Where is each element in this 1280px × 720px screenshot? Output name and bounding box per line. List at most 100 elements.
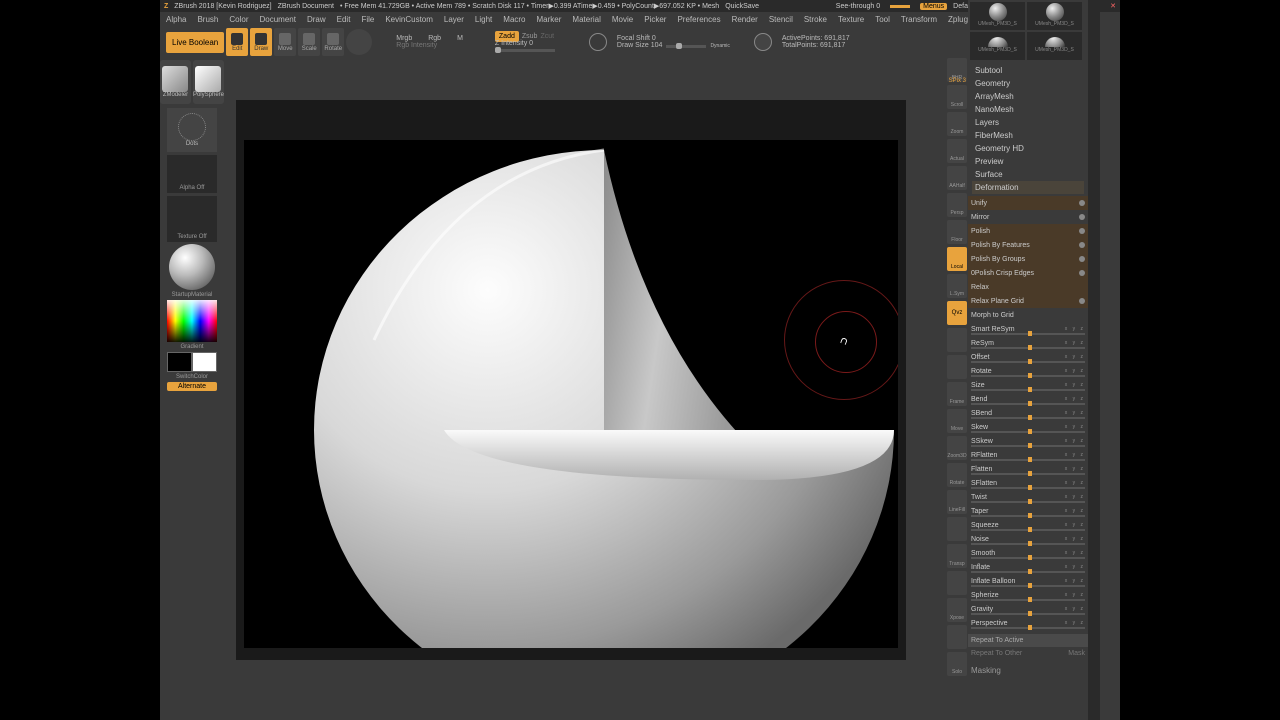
- repeat-other-button[interactable]: Repeat To Other: [968, 647, 1028, 660]
- menu-macro[interactable]: Macro: [503, 15, 525, 24]
- deform-squeeze[interactable]: Squeezex y z: [968, 518, 1088, 532]
- menu-alpha[interactable]: Alpha: [166, 15, 186, 24]
- menu-file[interactable]: File: [361, 15, 374, 24]
- deform-sskew[interactable]: SSkewx y z: [968, 434, 1088, 448]
- menu-transform[interactable]: Transform: [901, 15, 937, 24]
- see-through[interactable]: See-through 0: [836, 3, 880, 10]
- rtool-btn19[interactable]: [947, 571, 967, 595]
- deform-twist[interactable]: Twistx y z: [968, 490, 1088, 504]
- subtool-thumb[interactable]: UMesh_PM3D_S: [970, 2, 1025, 30]
- focal-gyro-icon[interactable]: [589, 33, 607, 51]
- deform-relax[interactable]: Relax: [968, 280, 1088, 294]
- menu-stroke[interactable]: Stroke: [804, 15, 827, 24]
- live-boolean-button[interactable]: Live Boolean: [166, 32, 224, 53]
- rtool-move[interactable]: Move: [947, 409, 967, 433]
- rtool-linefill[interactable]: LineFill: [947, 490, 967, 514]
- menu-picker[interactable]: Picker: [644, 15, 666, 24]
- menu-movie[interactable]: Movie: [612, 15, 633, 24]
- section-surface[interactable]: Surface: [972, 168, 1084, 181]
- quicksave-button[interactable]: QuickSave: [725, 3, 759, 10]
- focal-group[interactable]: Focal Shift 0 Draw Size 104Dynamic: [617, 35, 730, 49]
- menu-marker[interactable]: Marker: [537, 15, 562, 24]
- rtool-l.sym[interactable]: L.Sym: [947, 274, 967, 298]
- draw-button[interactable]: Draw: [250, 28, 272, 56]
- menu-document[interactable]: Document: [260, 15, 296, 24]
- deform-polish-by-features[interactable]: Polish By Features: [968, 238, 1088, 252]
- rtool-actual[interactable]: Actual: [947, 139, 967, 163]
- deform-relax-plane-grid[interactable]: Relax Plane Grid: [968, 294, 1088, 308]
- rtool-local[interactable]: Local: [947, 247, 967, 271]
- deform-size[interactable]: Sizex y z: [968, 378, 1088, 392]
- deform-resym[interactable]: ReSymx y z: [968, 336, 1088, 350]
- deform-inflate-balloon[interactable]: Inflate Balloonx y z: [968, 574, 1088, 588]
- scale-button[interactable]: Scale: [298, 28, 320, 56]
- color-picker[interactable]: [167, 300, 217, 342]
- deform-mirror[interactable]: Mirror: [968, 210, 1088, 224]
- menu-preferences[interactable]: Preferences: [677, 15, 720, 24]
- material-sphere[interactable]: [169, 244, 215, 290]
- deform-smooth[interactable]: Smoothx y z: [968, 546, 1088, 560]
- deform-gravity[interactable]: Gravityx y z: [968, 602, 1088, 616]
- deform-morph-to-grid[interactable]: Morph to Grid: [968, 308, 1088, 322]
- deform-polish-by-groups[interactable]: Polish By Groups: [968, 252, 1088, 266]
- move-button[interactable]: Move: [274, 28, 296, 56]
- rtool-btn11[interactable]: [947, 355, 967, 379]
- subtool-thumb[interactable]: UMesh_PM3D_S: [970, 32, 1025, 60]
- menu-material[interactable]: Material: [572, 15, 600, 24]
- deform-perspective[interactable]: Perspectivex y z: [968, 616, 1088, 630]
- deform-sbend[interactable]: SBendx y z: [968, 406, 1088, 420]
- section-preview[interactable]: Preview: [972, 155, 1084, 168]
- switch-color[interactable]: SwitchColor: [160, 374, 224, 380]
- rtool-zoom[interactable]: Zoom: [947, 112, 967, 136]
- stroke-dots[interactable]: Dots: [167, 108, 217, 152]
- deform-unify[interactable]: Unify: [968, 196, 1088, 210]
- rotate-button[interactable]: Rotate: [322, 28, 344, 56]
- section-layers[interactable]: Layers: [972, 116, 1084, 129]
- menu-light[interactable]: Light: [475, 15, 492, 24]
- tool-polysphere[interactable]: PolySphere: [193, 60, 224, 104]
- section-fibermesh[interactable]: FiberMesh: [972, 129, 1084, 142]
- deform-spherize[interactable]: Spherizex y z: [968, 588, 1088, 602]
- section-deformation[interactable]: Deformation: [972, 181, 1084, 194]
- alpha-slot[interactable]: Alpha Off: [167, 155, 217, 193]
- deform-polish-crisp-edges[interactable]: 0Polish Crisp Edges: [968, 266, 1088, 280]
- rtool-rotate[interactable]: Rotate: [947, 463, 967, 487]
- deform-inflate[interactable]: Inflatex y z: [968, 560, 1088, 574]
- color-swatches[interactable]: [167, 352, 217, 372]
- rtool-frame[interactable]: Frame: [947, 382, 967, 406]
- menu-tool[interactable]: Tool: [875, 15, 890, 24]
- menu-brush[interactable]: Brush: [197, 15, 218, 24]
- masking-section[interactable]: Masking: [968, 664, 1088, 677]
- rtool-persp[interactable]: Persp: [947, 193, 967, 217]
- rtool-transp[interactable]: Transp: [947, 544, 967, 568]
- mrgb-group[interactable]: MrgbRgbM Rgb Intensity: [396, 35, 463, 49]
- rtool-floor[interactable]: Floor: [947, 220, 967, 244]
- edit-button[interactable]: Edit: [226, 28, 248, 56]
- deform-rotate[interactable]: Rotatex y z: [968, 364, 1088, 378]
- menu-render[interactable]: Render: [732, 15, 758, 24]
- right-scrollbar[interactable]: [1088, 0, 1100, 720]
- spix-label[interactable]: SPix 3: [949, 78, 966, 84]
- alternate-button[interactable]: Alternate: [167, 382, 217, 391]
- texture-slot[interactable]: Texture Off: [167, 196, 217, 242]
- rtool-scroll[interactable]: Scroll: [947, 85, 967, 109]
- rtool-solo[interactable]: Solo: [947, 652, 967, 676]
- deform-polish[interactable]: Polish: [968, 224, 1088, 238]
- tool-zmodeler[interactable]: ZModeler: [160, 60, 191, 104]
- section-geometry[interactable]: Geometry: [972, 77, 1084, 90]
- rtool-qvz[interactable]: Qvz: [947, 301, 967, 325]
- rtool-zoom3d[interactable]: Zoom3D: [947, 436, 967, 460]
- menu-layer[interactable]: Layer: [444, 15, 464, 24]
- subtool-thumb[interactable]: UMesh_PM3D_S: [1027, 32, 1082, 60]
- zadd-group[interactable]: ZaddZsubZcut Z Intensity 0: [495, 33, 555, 52]
- deform-taper[interactable]: Taperx y z: [968, 504, 1088, 518]
- rtool-xpose[interactable]: Xpose: [947, 598, 967, 622]
- menu-kevincustom[interactable]: KevinCustom: [385, 15, 433, 24]
- rtool-btn21[interactable]: [947, 625, 967, 649]
- rtool-btn10[interactable]: [947, 328, 967, 352]
- deform-sflatten[interactable]: SFlattenx y z: [968, 476, 1088, 490]
- menu-texture[interactable]: Texture: [838, 15, 864, 24]
- deform-rflatten[interactable]: RFlattenx y z: [968, 448, 1088, 462]
- deform-bend[interactable]: Bendx y z: [968, 392, 1088, 406]
- gyro-icon[interactable]: [346, 29, 372, 55]
